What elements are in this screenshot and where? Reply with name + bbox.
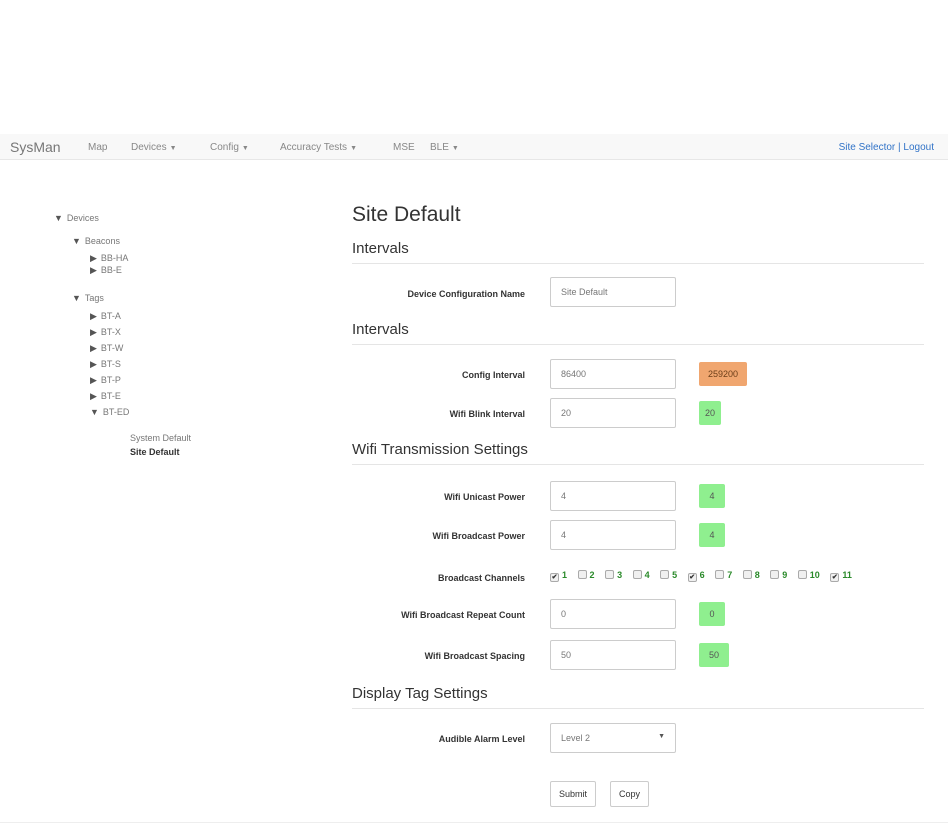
section-heading-intervals-2: Intervals (352, 321, 924, 345)
tree-node-bt-ed[interactable]: ▼ BT-ED (90, 406, 129, 418)
config-interval-badge: 259200 (699, 362, 747, 386)
field-label-config-interval: Config Interval (461, 370, 525, 380)
caret-down-icon: ▼ (90, 407, 99, 417)
caret-right-icon: ▶ (90, 375, 97, 385)
channel-8[interactable]: 8 (742, 570, 760, 580)
channel-1[interactable]: ✔ 1 (550, 570, 567, 582)
tree-node-bt-e[interactable]: ▶ BT-E (90, 390, 121, 402)
caret-right-icon: ▶ (90, 311, 97, 321)
tree-node-bb-ha[interactable]: ▶ BB-HA (90, 252, 128, 264)
channel-checkbox[interactable] (770, 570, 780, 579)
section-heading-wifi: Wifi Transmission Settings (352, 441, 924, 465)
chevron-down-icon: ▼ (451, 145, 459, 152)
chevron-down-icon: ▼ (169, 145, 177, 152)
caret-right-icon: ▶ (90, 327, 97, 337)
channel-checkbox[interactable]: ✔ (550, 573, 559, 582)
channel-checkbox[interactable] (660, 570, 670, 579)
field-label-unicast-power: Wifi Unicast Power (444, 492, 525, 502)
caret-right-icon: ▶ (90, 343, 97, 353)
alarm-level-select[interactable]: Level 2 ▼ (550, 723, 676, 753)
channel-10[interactable]: 10 (797, 570, 820, 580)
broadcast-power-input[interactable]: 4 (550, 520, 676, 550)
channel-11[interactable]: ✔ 11 (830, 570, 852, 582)
field-label-repeat-count: Wifi Broadcast Repeat Count (401, 610, 525, 620)
caret-right-icon: ▶ (90, 359, 97, 369)
broadcast-channels-group: ✔ 1 2 3 4 5 ✔ 6 7 8 9 10 ✔ 11 (550, 570, 860, 582)
channel-checkbox[interactable] (605, 570, 615, 579)
unicast-power-badge: 4 (699, 484, 725, 508)
tree-node-bt-p[interactable]: ▶ BT-P (90, 374, 121, 386)
nav-map[interactable]: Map (88, 142, 107, 153)
copy-button[interactable]: Copy (610, 781, 650, 807)
tree-leaf-site-default[interactable]: Site Default (130, 446, 180, 458)
channel-2[interactable]: 2 (577, 570, 595, 580)
tree-node-bt-x[interactable]: ▶ BT-X (90, 326, 121, 338)
tree-node-bb-e[interactable]: ▶ BB-E (90, 264, 122, 276)
caret-down-icon: ▼ (72, 236, 81, 246)
tree-node-beacons[interactable]: ▼ Beacons (72, 235, 120, 247)
broadcast-power-badge: 4 (699, 523, 725, 547)
channel-4[interactable]: 4 (632, 570, 650, 580)
channel-5[interactable]: 5 (660, 570, 677, 580)
nav-mse[interactable]: MSE (393, 142, 415, 153)
channel-checkbox[interactable] (715, 570, 725, 579)
field-label-broadcast-channels: Broadcast Channels (437, 573, 525, 583)
chevron-down-icon: ▼ (241, 145, 249, 152)
tree-leaf-system-default[interactable]: System Default (130, 432, 191, 444)
page-bottom-divider (0, 822, 948, 823)
submit-button[interactable]: Submit (550, 781, 597, 807)
page-title: Site Default (352, 203, 461, 226)
caret-right-icon: ▶ (90, 265, 97, 275)
wifi-blink-badge: 20 (699, 401, 721, 425)
nav-accuracy-tests[interactable]: Accuracy Tests ▼ (280, 142, 357, 153)
caret-right-icon: ▶ (90, 253, 97, 263)
unicast-power-input[interactable]: 4 (550, 481, 676, 511)
nav-devices[interactable]: Devices ▼ (131, 142, 177, 153)
alarm-level-value: Level 2 (561, 733, 591, 743)
channel-checkbox[interactable] (797, 570, 807, 579)
brand-logo[interactable]: SysMan (10, 139, 61, 155)
tree-node-bt-w[interactable]: ▶ BT-W (90, 342, 123, 354)
channel-6[interactable]: ✔ 6 (687, 570, 705, 582)
chevron-down-icon: ▼ (350, 145, 357, 152)
field-label-spacing: Wifi Broadcast Spacing (424, 651, 525, 661)
section-heading-display: Display Tag Settings (352, 685, 924, 709)
channel-9[interactable]: 9 (770, 570, 787, 580)
config-name-input[interactable]: Site Default (550, 277, 676, 307)
field-label-broadcast-power: Wifi Broadcast Power (432, 531, 525, 541)
field-label-wifi-blink: Wifi Blink Interval (449, 409, 525, 419)
caret-right-icon: ▶ (90, 391, 97, 401)
tree-node-tags[interactable]: ▼ Tags (72, 292, 104, 304)
wifi-blink-input[interactable]: 20 (550, 398, 676, 428)
channel-7[interactable]: 7 (715, 570, 732, 580)
nav-config[interactable]: Config ▼ (210, 142, 249, 153)
field-label-config-name: Device Configuration Name (407, 289, 525, 299)
caret-down-icon: ▼ (72, 293, 81, 303)
tree-node-bt-a[interactable]: ▶ BT-A (90, 310, 121, 322)
field-label-alarm-level: Audible Alarm Level (438, 734, 525, 744)
repeat-count-badge: 0 (699, 602, 725, 626)
channel-checkbox[interactable]: ✔ (830, 573, 840, 582)
tree-node-devices[interactable]: ▼ Devices (54, 212, 99, 224)
top-navbar: SysMan Map Devices ▼ Config ▼ Accuracy Tes… (0, 134, 948, 160)
tree-node-bt-s[interactable]: ▶ BT-S (90, 358, 121, 370)
chevron-down-icon: ▼ (658, 733, 665, 740)
channel-checkbox[interactable]: ✔ (687, 573, 697, 582)
nav-ble[interactable]: BLE ▼ (430, 142, 459, 153)
site-selector-logout-link[interactable]: Site Selector | Logout (839, 142, 934, 153)
channel-checkbox[interactable] (632, 570, 642, 579)
channel-checkbox[interactable] (742, 570, 752, 579)
repeat-count-input[interactable]: 0 (550, 599, 676, 629)
spacing-input[interactable]: 50 (550, 640, 676, 670)
section-heading-intervals: Intervals (352, 240, 924, 264)
channel-3[interactable]: 3 (605, 570, 622, 580)
config-interval-input[interactable]: 86400 (550, 359, 676, 389)
spacing-badge: 50 (699, 643, 729, 667)
caret-down-icon: ▼ (54, 213, 63, 223)
channel-checkbox[interactable] (577, 570, 587, 579)
